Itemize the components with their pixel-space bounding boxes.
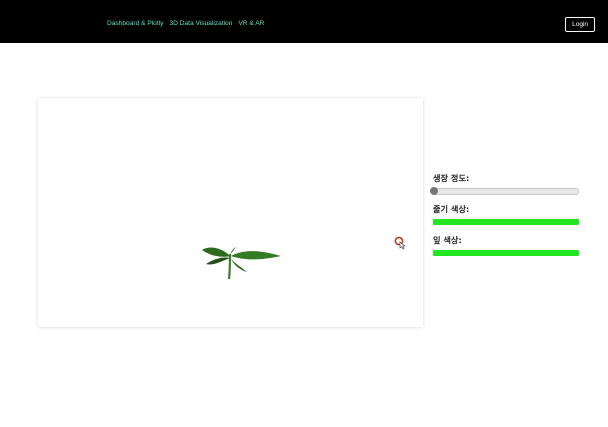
- leaf-color-label: 잎 색상:: [433, 235, 462, 245]
- growth-slider[interactable]: [430, 187, 579, 195]
- plant-bud: [230, 247, 236, 254]
- growth-label: 생장 정도:: [433, 173, 470, 183]
- stem-color-label: 줄기 색상:: [433, 204, 470, 214]
- nav-link-3d-visualization[interactable]: 3D Data Visualization: [169, 20, 232, 27]
- 3d-viewer-canvas[interactable]: [38, 98, 423, 327]
- plant-controls-panel: 생장 정도: 줄기 색상: 잎 색상:: [430, 172, 579, 265]
- hand-pointer-icon: [394, 236, 406, 250]
- nav-links: Dashboard & Plotly 3D Data Visualization…: [107, 20, 264, 27]
- plant-leaf-right: [231, 251, 281, 260]
- nav-link-vr-ar[interactable]: VR & AR: [238, 20, 264, 27]
- nav-link-dashboard[interactable]: Dashboard & Plotly: [107, 20, 163, 27]
- plant-model: [202, 247, 281, 280]
- plant-leaf-left: [202, 247, 230, 257]
- plant-leaf-right-lower: [231, 259, 247, 272]
- growth-slider-thumb[interactable]: [430, 187, 438, 195]
- login-button[interactable]: Login: [565, 17, 595, 32]
- stem-color-picker[interactable]: [433, 219, 579, 225]
- top-navbar: Dashboard & Plotly 3D Data Visualization…: [0, 0, 608, 43]
- plant-leaf-left-lower: [206, 257, 230, 265]
- plant-stem: [227, 253, 232, 280]
- leaf-color-picker[interactable]: [433, 250, 579, 256]
